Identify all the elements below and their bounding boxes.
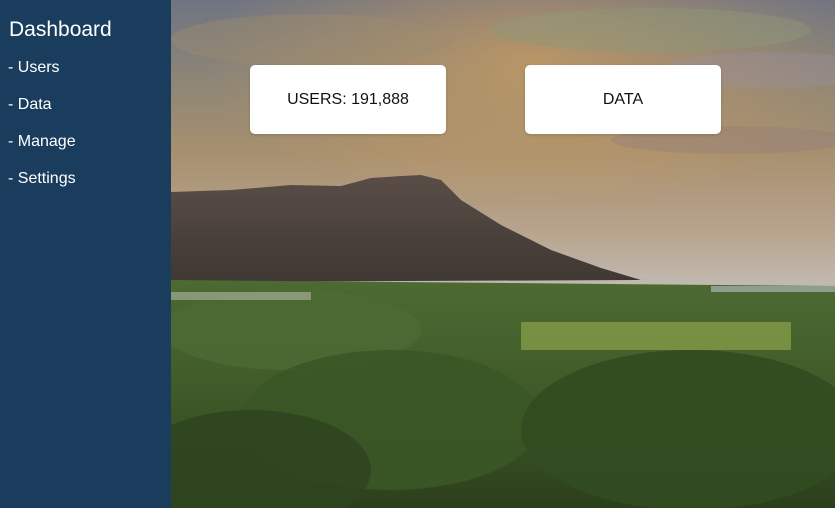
sidebar-item-manage[interactable]: - Manage — [0, 130, 171, 167]
sidebar-title: Dashboard — [9, 18, 112, 41]
sidebar: Dashboard - Users - Data - Manage - Sett… — [0, 0, 171, 508]
data-card[interactable]: DATA — [525, 65, 721, 134]
sidebar-item-users[interactable]: - Users — [0, 56, 171, 93]
users-count-card[interactable]: USERS: 191,888 — [250, 65, 446, 134]
main-content: USERS: 191,888 DATA — [171, 0, 835, 508]
sidebar-item-settings[interactable]: - Settings — [0, 167, 171, 204]
sidebar-nav: - Users - Data - Manage - Settings — [0, 56, 171, 204]
users-count-label: USERS: 191,888 — [287, 90, 409, 108]
app-window: Dashboard - Users - Data - Manage - Sett… — [0, 0, 835, 508]
data-card-label: DATA — [602, 90, 644, 108]
sidebar-item-data[interactable]: - Data — [0, 93, 171, 130]
